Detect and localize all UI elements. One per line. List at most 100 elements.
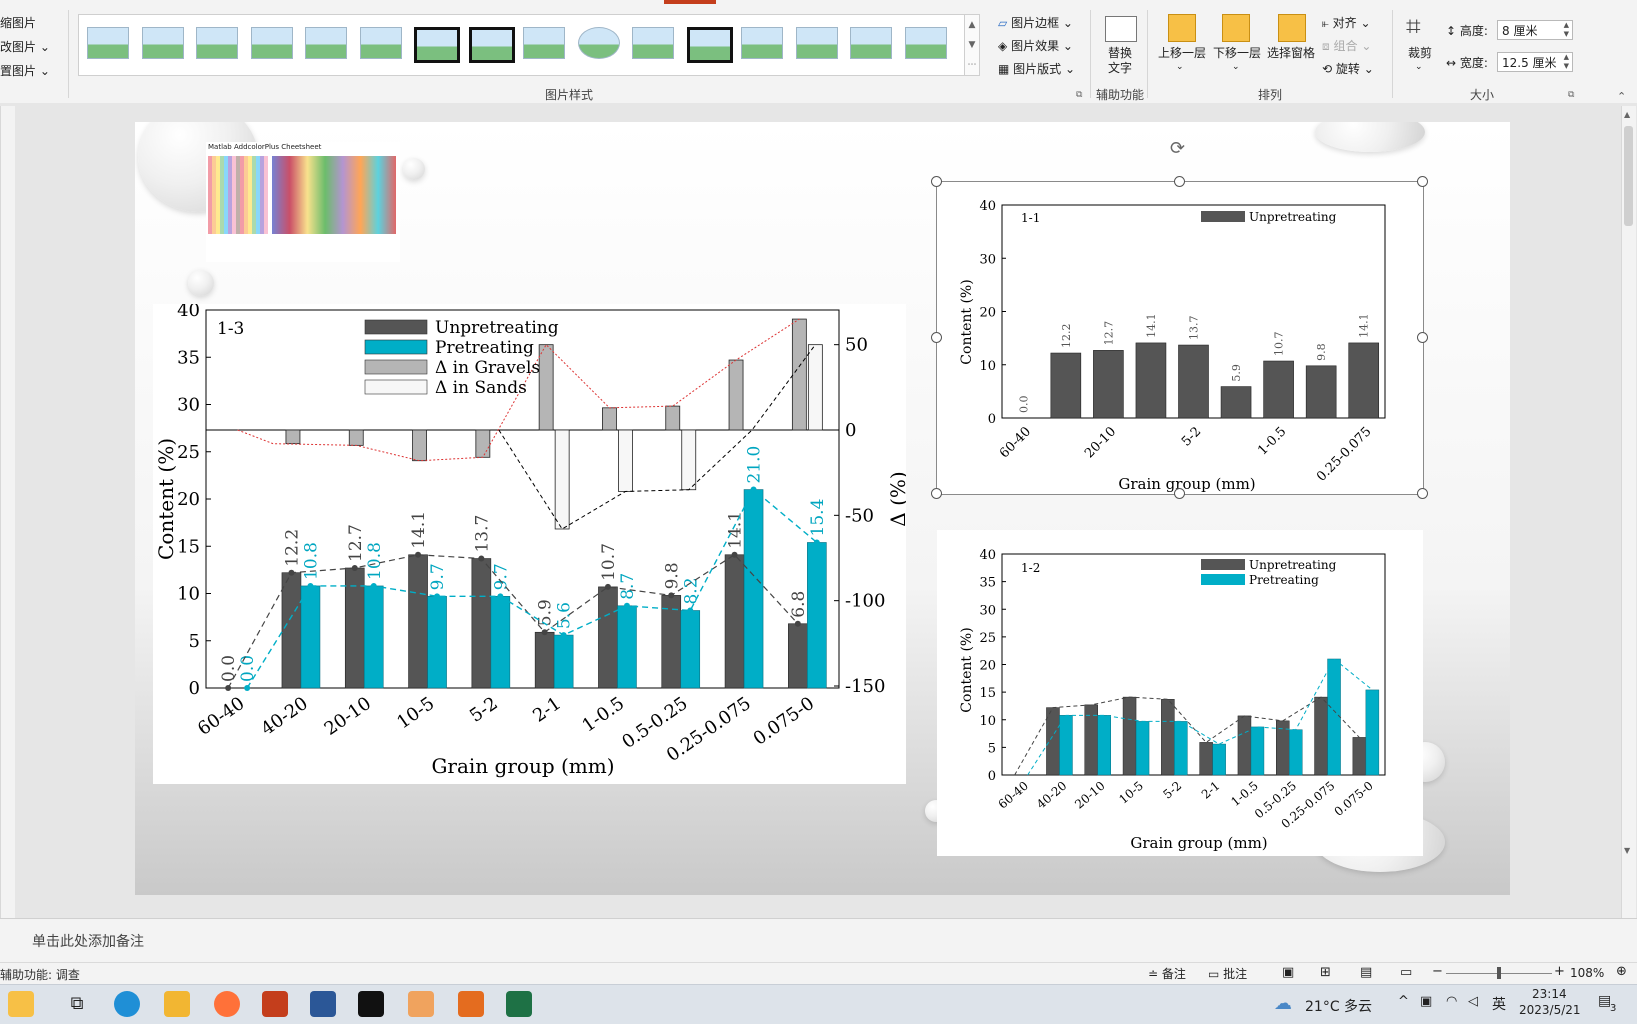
y-axis-title: Content (%) [959,627,975,712]
resize-handle[interactable] [1417,176,1428,187]
scroll-down-icon[interactable]: ▼ [1624,846,1630,855]
picture-style-option[interactable] [468,27,515,63]
ime-indicator[interactable]: 英 [1492,994,1506,1014]
delta-gravels-bar [602,407,617,431]
clock-time[interactable]: 23:14 [1532,987,1567,1001]
powerpoint-icon[interactable] [262,991,288,1017]
resize-handle[interactable] [931,488,942,499]
alt-text-button[interactable]: 替换 文字 [1100,46,1140,76]
change-picture-button[interactable]: 改图片 ⌄ [0,38,50,55]
crop-button[interactable]: 裁剪 [1400,46,1440,61]
scroll-thumb[interactable] [1624,126,1633,226]
pretreating-point [750,486,757,493]
slide-sorter-icon[interactable]: ⊞ [1320,965,1331,980]
picture-style-option[interactable] [795,27,838,59]
weather-icon[interactable]: ☁ [1274,993,1292,1014]
wifi-icon[interactable]: ◠ [1446,994,1457,1009]
compress-pictures-button[interactable]: 缩图片 [0,14,36,31]
picture-style-option[interactable] [904,27,947,59]
comments-label: 批注 [1223,967,1248,981]
image-viewer-icon[interactable] [408,991,434,1017]
picture-style-option[interactable] [577,27,620,59]
spinner-arrows-icon[interactable]: ▲ ▼ [1564,21,1569,39]
gallery-scroll-icon[interactable]: ⋯ [964,55,979,75]
edge-icon[interactable] [114,991,140,1017]
picture-style-option[interactable] [305,27,347,59]
resize-handle[interactable] [931,176,942,187]
picture-style-option[interactable] [414,27,460,63]
accessibility-status[interactable]: 辅助功能: 调查 [0,966,80,983]
width-input[interactable]: 12.5 厘米 ▲ ▼ [1497,52,1573,72]
cheatsheet-image[interactable]: Matlab AddcolorPlus Cheetsheet [206,142,400,262]
picture-style-option[interactable] [850,27,892,59]
picture-style-option[interactable] [632,27,674,59]
capcut-icon[interactable] [358,991,384,1017]
resize-handle[interactable] [1417,488,1428,499]
left-scrollbar[interactable] [0,106,15,956]
picture-style-option[interactable] [250,27,293,59]
tray-chevron-icon[interactable]: ^ [1398,994,1409,1009]
volume-icon[interactable]: ◁ [1468,994,1478,1009]
fit-to-window-icon[interactable]: ⊕ [1616,964,1627,979]
chart-1-2-image[interactable]: 0 5 10 15 20 25 30 35 40 60-40 40-20 20-10 10-5 5-2 2-… [937,530,1423,856]
firefox-icon[interactable] [214,991,240,1017]
start-button-icon[interactable] [8,991,34,1017]
reset-picture-button[interactable]: 置图片 ⌄ [0,62,50,79]
zoom-level[interactable]: 108% [1570,966,1604,980]
unpretreating-value-label: 10.7 [599,543,619,581]
chart-1-3-image[interactable]: 0 5 10 15 20 25 30 35 40 -150 -100 -50 0 50 0.0 0.0 60-4… [153,300,910,784]
slideshow-icon[interactable]: ▭ [1400,965,1412,980]
resize-handle[interactable] [1174,488,1185,499]
gallery-scroll-icon[interactable]: ▲ [964,15,979,35]
zoom-slider-thumb[interactable] [1497,967,1501,979]
y2-tick-label: -50 [845,505,874,526]
reading-view-icon[interactable]: ▤ [1360,965,1372,980]
picture-style-option[interactable] [523,27,565,59]
picture-style-option[interactable] [87,27,129,59]
collapse-ribbon-icon[interactable]: ⌃ [1617,90,1626,103]
resize-handle[interactable] [931,332,942,343]
tray-app-icon[interactable]: ▣ [1420,994,1432,1009]
rotate-handle-icon[interactable]: ⟳ [1170,138,1185,159]
picture-style-option[interactable] [359,27,402,59]
bring-forward-icon [1168,14,1196,42]
clock-date[interactable]: 2023/5/21 [1519,1003,1581,1017]
dialog-launcher-icon[interactable]: ⧉ [1076,90,1082,100]
slide-canvas[interactable]: Matlab AddcolorPlus Cheetsheet 0 5 10 15 20 2… [135,122,1510,895]
picture-border-button[interactable]: ▱ 图片边框 ⌄ [998,14,1073,31]
rotate-button[interactable]: ⟲ 旋转 ⌄ [1322,60,1374,77]
scroll-up-icon[interactable]: ▲ [1624,110,1630,119]
matlab-icon[interactable] [458,991,484,1017]
picture-style-option[interactable] [141,27,184,59]
task-view-icon[interactable]: ⧉ [64,991,90,1017]
right-scrollbar[interactable]: ▲ ▼ [1621,106,1636,918]
pretreating-bar [743,489,764,689]
picture-styles-gallery[interactable]: ▲ ▼ ⋯ [78,14,980,76]
bring-forward-button[interactable]: 上移一层 [1157,46,1207,61]
height-input[interactable]: 8 厘米 ▲ ▼ [1497,20,1573,40]
dialog-launcher-icon[interactable]: ⧉ [1568,90,1574,100]
normal-view-icon[interactable]: ▣ [1282,965,1294,980]
notes-toggle-button[interactable]: ≐ 备注 [1148,965,1186,982]
resize-handle[interactable] [1417,332,1428,343]
spinner-arrows-icon[interactable]: ▲ ▼ [1564,53,1569,71]
pretreating-point [244,685,251,691]
picture-layout-button[interactable]: ▦ 图片版式 ⌄ [998,60,1075,77]
word-icon[interactable] [310,991,336,1017]
weather-text[interactable]: 21°C 多云 [1305,996,1372,1016]
excel-icon[interactable] [506,991,532,1017]
comments-button[interactable]: ▭ 批注 [1208,965,1247,982]
zoom-in-icon[interactable]: + [1554,964,1565,979]
send-backward-button[interactable]: 下移一层 [1212,46,1262,61]
gallery-scroll-icon[interactable]: ▼ [964,35,979,55]
picture-style-option[interactable] [196,27,238,59]
picture-style-option[interactable] [741,27,783,59]
group-button[interactable]: ⧈ 组合 ⌄ [1322,37,1371,54]
selection-pane-button[interactable]: 选择窗格 [1266,46,1316,61]
picture-style-option[interactable] [686,27,733,63]
align-button[interactable]: ⫦ 对齐 ⌄ [1322,14,1371,31]
resize-handle[interactable] [1174,176,1185,187]
file-explorer-icon[interactable] [164,991,190,1017]
picture-effects-button[interactable]: ◈ 图片效果 ⌄ [998,37,1073,54]
zoom-out-icon[interactable]: − [1432,964,1443,979]
